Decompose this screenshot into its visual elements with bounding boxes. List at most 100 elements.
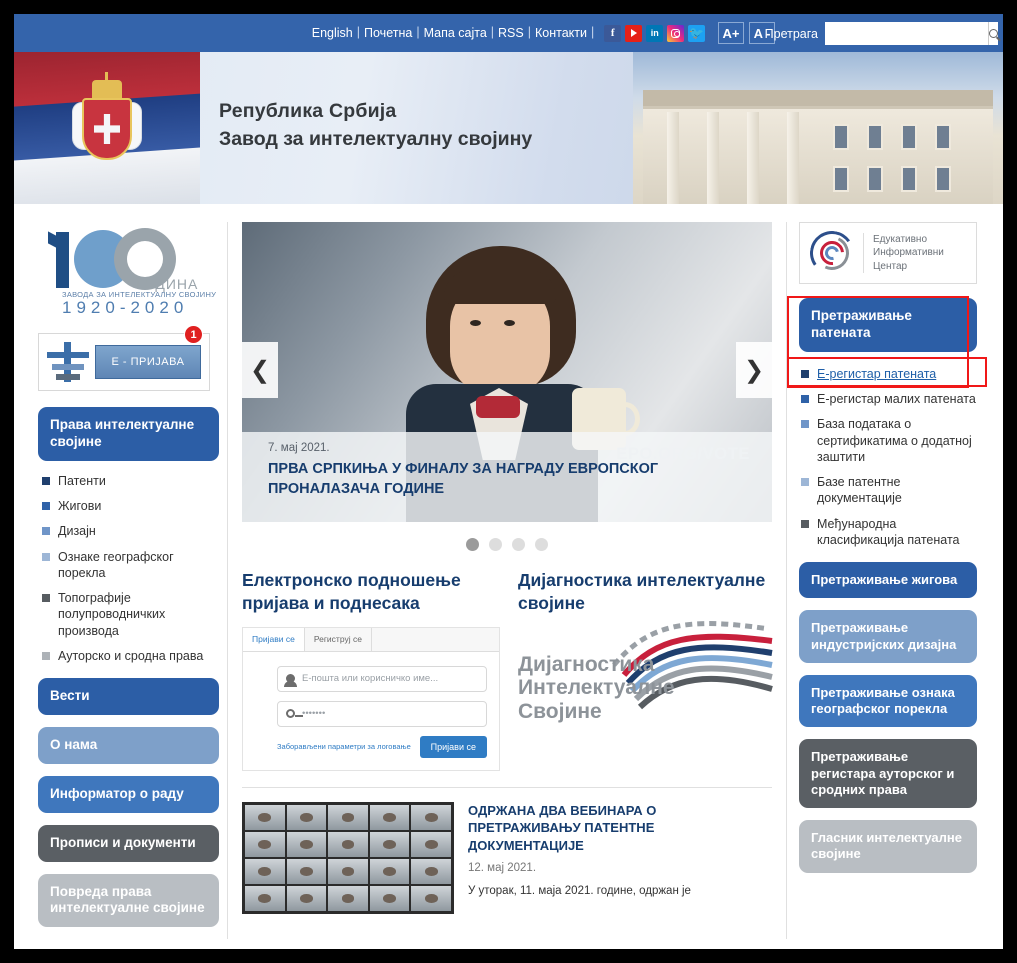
bullet-icon — [801, 519, 809, 528]
list-item[interactable]: Е-регистар малих патената — [801, 391, 977, 407]
password-value: ••••••• — [302, 708, 326, 719]
top-link-sitemap[interactable]: Мапа сајта — [424, 25, 487, 39]
sidebar-button-informator[interactable]: Информатор о раду — [38, 775, 219, 813]
username-field[interactable]: Е-пошта или корисничко име... — [277, 665, 487, 692]
login-actions: Заборављени параметри за логовање Пријав… — [277, 735, 487, 758]
login-tabs: Пријави се Региструј се — [243, 627, 499, 652]
list-item[interactable]: Међународна класификација патената — [801, 516, 977, 549]
list-item[interactable]: Дизајн — [42, 523, 219, 539]
news-thumbnail[interactable] — [242, 801, 454, 914]
search-button-designs[interactable]: Претраживање индустријских дизајна — [799, 610, 977, 663]
carousel-dot-3[interactable] — [512, 538, 525, 551]
list-item[interactable]: Е-регистар патената — [801, 366, 977, 382]
browser-viewport: English | Почетна | Мапа сајта | RSS | Контакти |… — [14, 14, 1003, 949]
left-sidebar: ГОДИНА ЗАВОДА ЗА ИНТЕЛЕКТУАЛНУ СВОЈИНУ 1… — [24, 222, 219, 939]
banner-title: Република Србија Завод за интелектуалну … — [219, 100, 532, 151]
carousel-dots — [242, 538, 772, 551]
list-item-label: Патенти — [58, 473, 106, 488]
search-button-copyright-registers[interactable]: Претраживање регистара ауторског и сродн… — [799, 739, 977, 808]
bullet-icon — [801, 478, 809, 486]
diagnostics-logo[interactable]: Дијагностика Интелектуалне Својине — [518, 620, 773, 745]
carousel-dot-1[interactable] — [466, 538, 479, 551]
sidebar-button-povreda-prava[interactable]: Повреда права интелектуалне својине — [38, 873, 219, 928]
sidebar-button-vesti[interactable]: Вести — [38, 678, 219, 715]
search-label: Претрага — [764, 26, 818, 41]
eic-line-3: Центар — [873, 260, 908, 272]
top-link-english[interactable]: English — [312, 25, 353, 39]
search-button[interactable] — [988, 22, 998, 45]
eic-text: Едукативно Информативни Центар — [863, 232, 944, 274]
login-widget: Пријави се Региструј се Е-пошта или кори… — [242, 626, 500, 771]
user-icon — [284, 674, 297, 687]
page-content: ГОДИНА ЗАВОДА ЗА ИНТЕЛЕКТУАЛНУ СВОЈИНУ 1… — [14, 204, 1003, 940]
list-item[interactable]: Топографије полупроводничких производа — [42, 590, 219, 639]
list-item[interactable]: База података о сертификатима о додатној… — [801, 416, 977, 465]
search-box — [825, 22, 998, 45]
patent-search-group: Претраживање патената — [787, 296, 977, 388]
list-item-label: Е-регистар малих патената — [817, 392, 976, 406]
list-item[interactable]: Ознаке географског порекла — [42, 549, 219, 582]
twitter-icon[interactable]: 🐦 — [688, 24, 706, 42]
carousel-title[interactable]: ПРВА СРПКИЊА У ФИНАЛУ ЗА НАГРАДУ ЕВРОПСК… — [268, 460, 746, 499]
list-item[interactable]: Патенти — [42, 473, 219, 489]
eic-line-1: Едукативно — [873, 233, 928, 245]
bullet-icon — [42, 476, 50, 485]
diagnostics-heading: Дијагностика интелектуалне својине — [518, 570, 766, 613]
educational-center-banner[interactable]: Едукативно Информативни Центар — [799, 222, 977, 284]
search-input[interactable] — [825, 22, 988, 45]
list-item-label: Е-регистар патената — [817, 366, 937, 381]
bullet-icon — [42, 651, 50, 660]
list-item[interactable]: Жигови — [42, 498, 219, 514]
forgot-password-link[interactable]: Заборављени параметри за логовање — [277, 742, 411, 751]
social-links: f in 🐦 — [604, 24, 706, 42]
facebook-icon[interactable]: f — [604, 24, 622, 42]
diagnostics-logo-line-2: Интелектуалне — [518, 676, 675, 700]
list-item-label: Дизајн — [58, 524, 96, 539]
patent-links-list: Е-регистар патената Е-регистар малих пат… — [787, 356, 987, 549]
list-item-label: Жигови — [58, 499, 102, 513]
top-link-contacts[interactable]: Контакти — [535, 25, 587, 39]
top-utility-bar: English | Почетна | Мапа сајта | RSS | Контакти |… — [14, 14, 1003, 52]
search-button-trademarks[interactable]: Претраживање жигова — [799, 562, 977, 599]
e-prijava-button[interactable]: Е - ПРИЈАВА — [95, 345, 201, 379]
password-field[interactable]: ••••••• — [277, 700, 487, 727]
list-item-label: Базе патентне документације — [817, 475, 902, 506]
carousel-prev-button[interactable]: ❮ — [242, 342, 278, 398]
top-link-rss[interactable]: RSS — [498, 25, 524, 39]
linkedin-icon[interactable]: in — [646, 24, 664, 42]
e-prijava-widget[interactable]: Е - ПРИЈАВА 1 — [38, 325, 210, 391]
carousel-dot-4[interactable] — [535, 538, 548, 551]
banner-line-2: Завод за интелектуалну својину — [219, 128, 533, 150]
youtube-icon[interactable] — [625, 24, 643, 42]
news-title[interactable]: ОДРЖАНА ДВА ВЕБИНАРА О ПРЕТРАЖИВАЊУ ПАТЕ… — [468, 802, 772, 855]
building-photo — [633, 52, 1003, 204]
news-excerpt: У уторак, 11. маја 2021. године, одржан … — [468, 885, 691, 898]
bullet-icon — [42, 552, 50, 561]
tab-login[interactable]: Пријави се — [243, 627, 305, 651]
coat-of-arms-icon — [72, 72, 142, 174]
e-submission-heading: Електронско подношење пријава и поднесак… — [242, 570, 461, 613]
sidebar-button-propisi[interactable]: Прописи и документи — [38, 824, 219, 862]
eic-line-2: Информативни — [873, 247, 944, 259]
main-column: EPO.ORG/VOTE ❮ ❯ 7. мај 2021. ПРВА СРПКИ… — [227, 222, 787, 940]
instagram-icon[interactable] — [667, 24, 685, 42]
list-item[interactable]: Базе патентне документације — [801, 474, 977, 507]
patent-search-button[interactable]: Претраживање патената — [799, 298, 977, 352]
bullet-icon — [42, 502, 50, 510]
ip-rights-list: Патенти Жигови Дизајн Ознаке географског… — [42, 473, 219, 664]
login-submit-button[interactable]: Пријави се — [419, 735, 487, 758]
search-button-gazette[interactable]: Гласник интелектуалне својине — [799, 820, 977, 873]
tab-register[interactable]: Региструј се — [304, 627, 372, 651]
list-item[interactable]: Ауторско и сродна права — [42, 648, 219, 664]
carousel-next-button[interactable]: ❯ — [736, 342, 772, 398]
search-button-geo-indications[interactable]: Претраживање ознака географског порекла — [799, 674, 977, 728]
font-increase-button[interactable]: A+ — [718, 22, 744, 44]
news-text: ОДРЖАНА ДВА ВЕБИНАРА О ПРЕТРАЖИВАЊУ ПАТЕ… — [468, 802, 772, 914]
news-date: 12. мај 2021. — [468, 862, 537, 875]
serbian-flag — [14, 52, 200, 204]
carousel-caption: 7. мај 2021. ПРВА СРПКИЊА У ФИНАЛУ ЗА НА… — [242, 432, 772, 522]
sidebar-button-o-nama[interactable]: О нама — [38, 726, 219, 764]
sidebar-section-ip-rights[interactable]: Права интелектуалне својине — [38, 407, 219, 461]
top-link-home[interactable]: Почетна — [364, 25, 412, 39]
carousel-dot-2[interactable] — [489, 538, 502, 551]
